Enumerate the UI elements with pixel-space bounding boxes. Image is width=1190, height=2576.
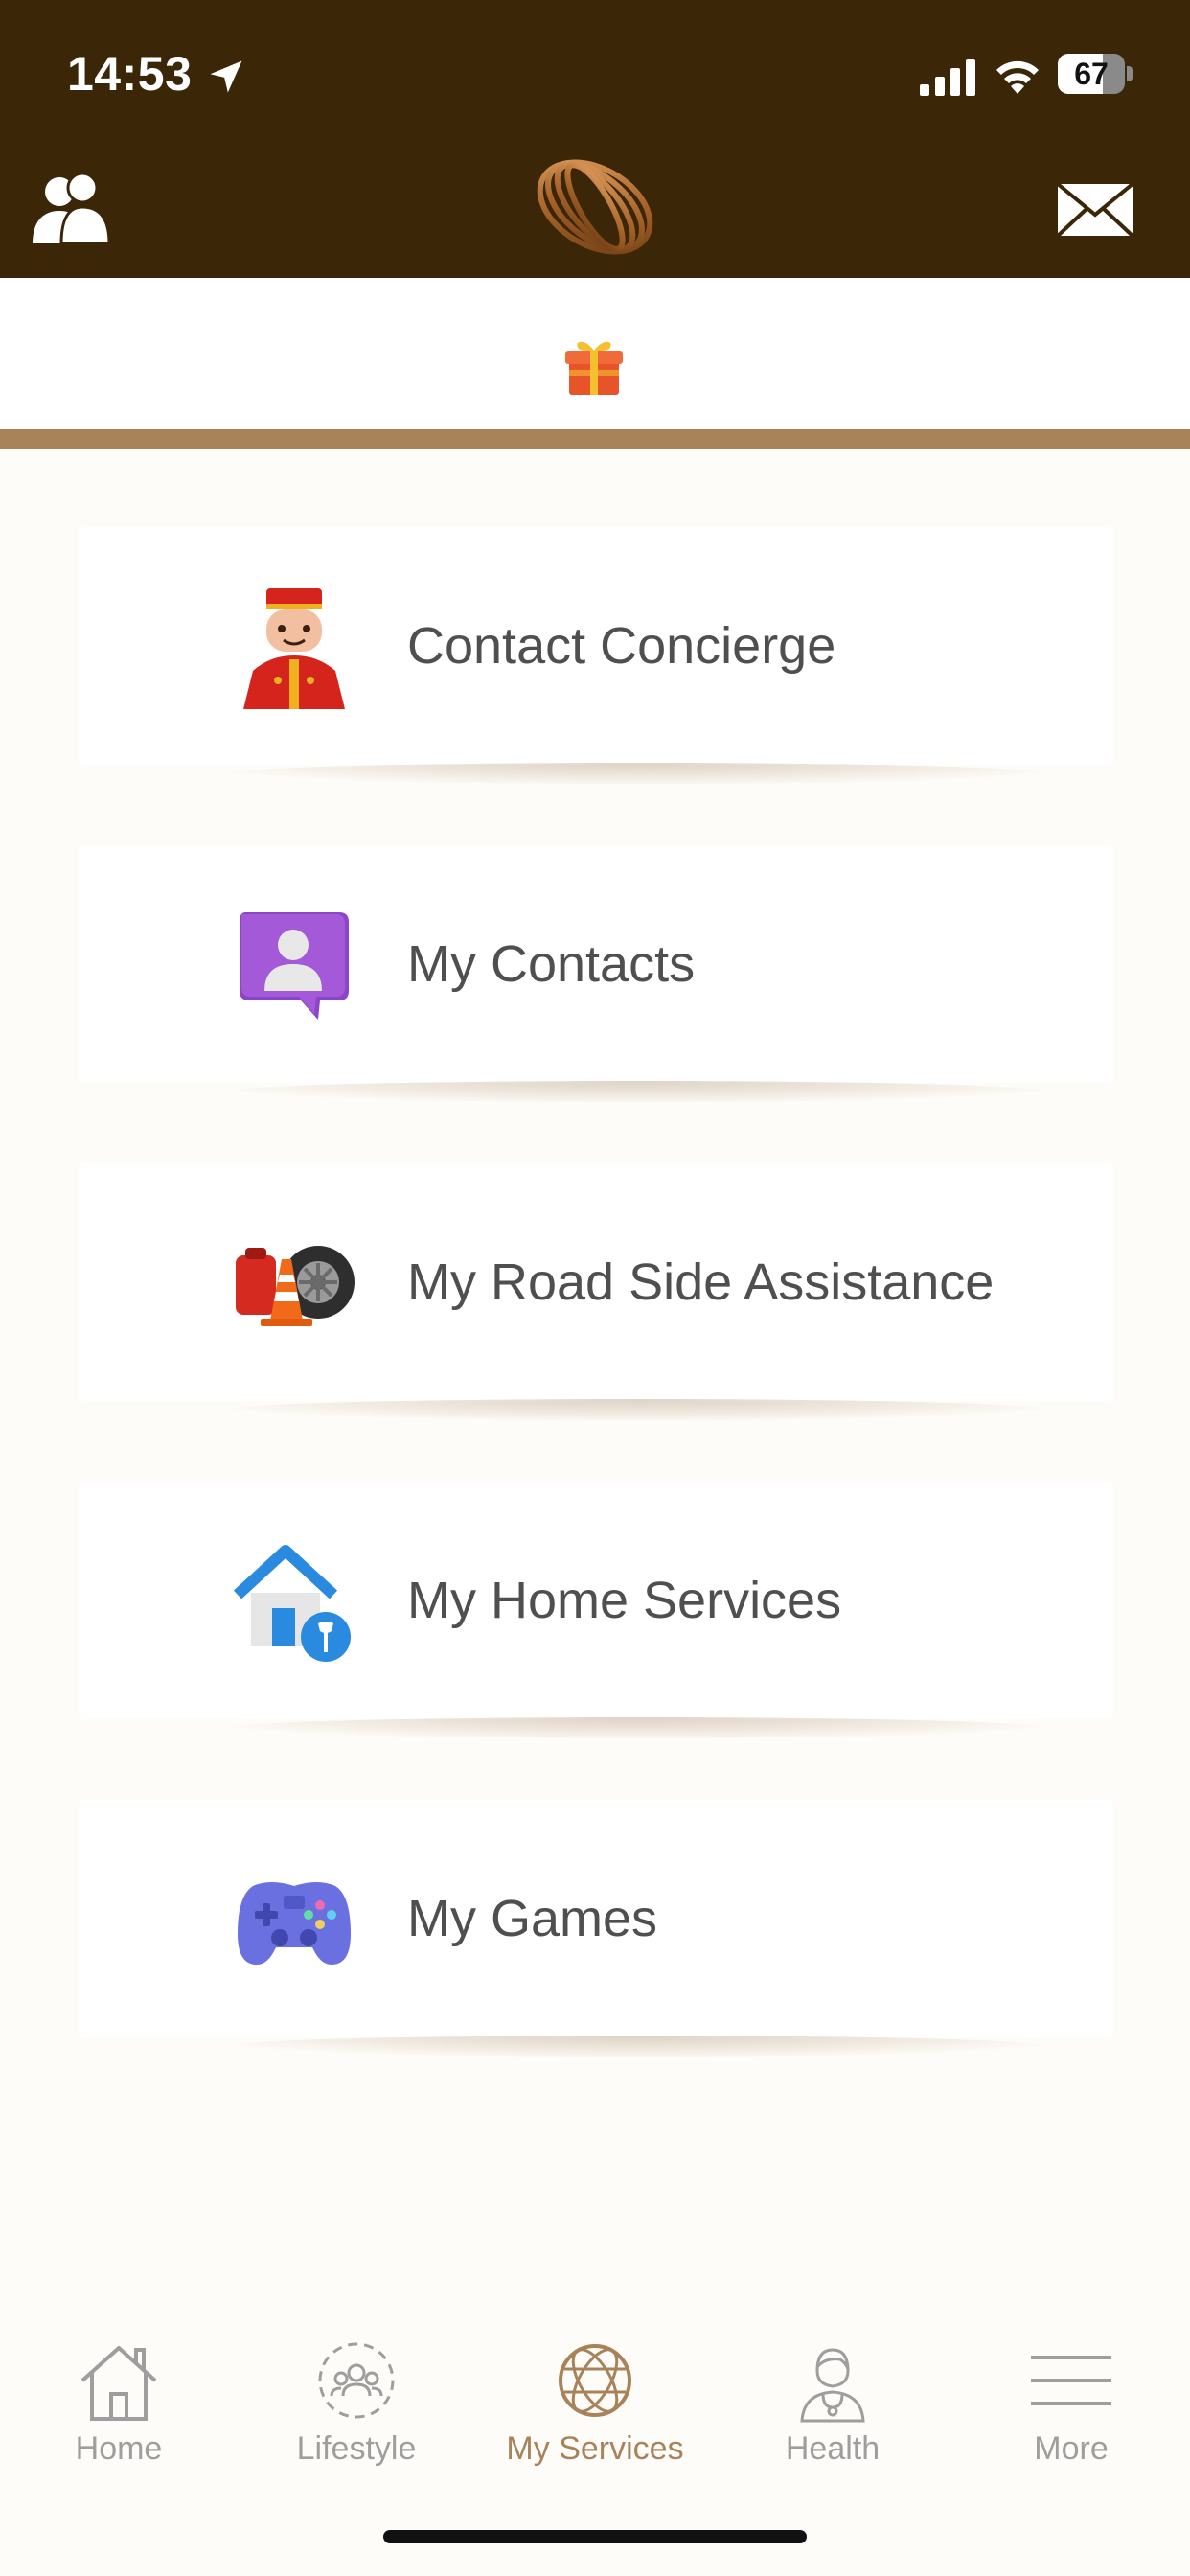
status-bar: 14:53 67 <box>0 0 1190 144</box>
menu-lines-icon <box>1031 2356 1111 2405</box>
tab-my-services[interactable]: My Services <box>476 2329 714 2472</box>
battery-icon: 67 <box>1058 54 1133 94</box>
contacts-chat-icon <box>240 912 349 1020</box>
service-card-games[interactable]: My Games <box>79 1800 1113 2057</box>
profile-users-icon[interactable] <box>31 169 111 245</box>
location-arrow-icon <box>210 60 242 93</box>
rewards-bar <box>0 278 1190 429</box>
tab-label: Home <box>75 2430 163 2467</box>
concierge-bellhop-icon <box>243 588 345 709</box>
tab-more[interactable]: More <box>952 2329 1190 2472</box>
tab-label: My Services <box>506 2430 684 2467</box>
service-card-roadside[interactable]: My Road Side Assistance <box>79 1163 1113 1420</box>
brand-ring-logo <box>537 159 653 255</box>
service-label: My Home Services <box>407 1572 842 1629</box>
service-label: My Games <box>407 1890 658 1947</box>
app-header: 14:53 67 <box>0 0 1190 278</box>
mail-icon[interactable] <box>1056 182 1134 238</box>
gift-icon[interactable] <box>563 335 625 397</box>
roadside-tire-cone-icon <box>236 1246 355 1326</box>
service-label: My Road Side Assistance <box>407 1254 995 1311</box>
battery-percent: 67 <box>1074 57 1109 91</box>
tab-home[interactable]: Home <box>0 2329 238 2472</box>
home-wrench-icon <box>233 1545 351 1662</box>
globe-icon <box>559 2344 631 2417</box>
tab-lifestyle[interactable]: Lifestyle <box>238 2329 475 2472</box>
home-icon <box>80 2346 157 2421</box>
wifi-icon <box>996 60 1039 94</box>
service-card-contacts[interactable]: My Contacts <box>79 845 1113 1102</box>
lifestyle-people-icon <box>318 2342 395 2419</box>
tab-label: Health <box>785 2430 881 2467</box>
service-card-concierge[interactable]: Contact Concierge <box>79 527 1113 784</box>
section-divider <box>0 429 1190 448</box>
service-card-home-services[interactable]: My Home Services <box>79 1482 1113 1738</box>
home-indicator <box>383 2530 807 2543</box>
cellular-signal-icon <box>920 59 975 96</box>
doctor-icon <box>800 2348 865 2423</box>
tab-health[interactable]: Health <box>714 2329 951 2472</box>
service-label: My Contacts <box>407 935 696 993</box>
gamepad-icon <box>238 1882 351 1965</box>
tab-label: More <box>1034 2430 1109 2467</box>
service-label: Contact Concierge <box>407 617 836 675</box>
tab-label: Lifestyle <box>296 2430 417 2467</box>
status-time: 14:53 <box>67 47 193 101</box>
